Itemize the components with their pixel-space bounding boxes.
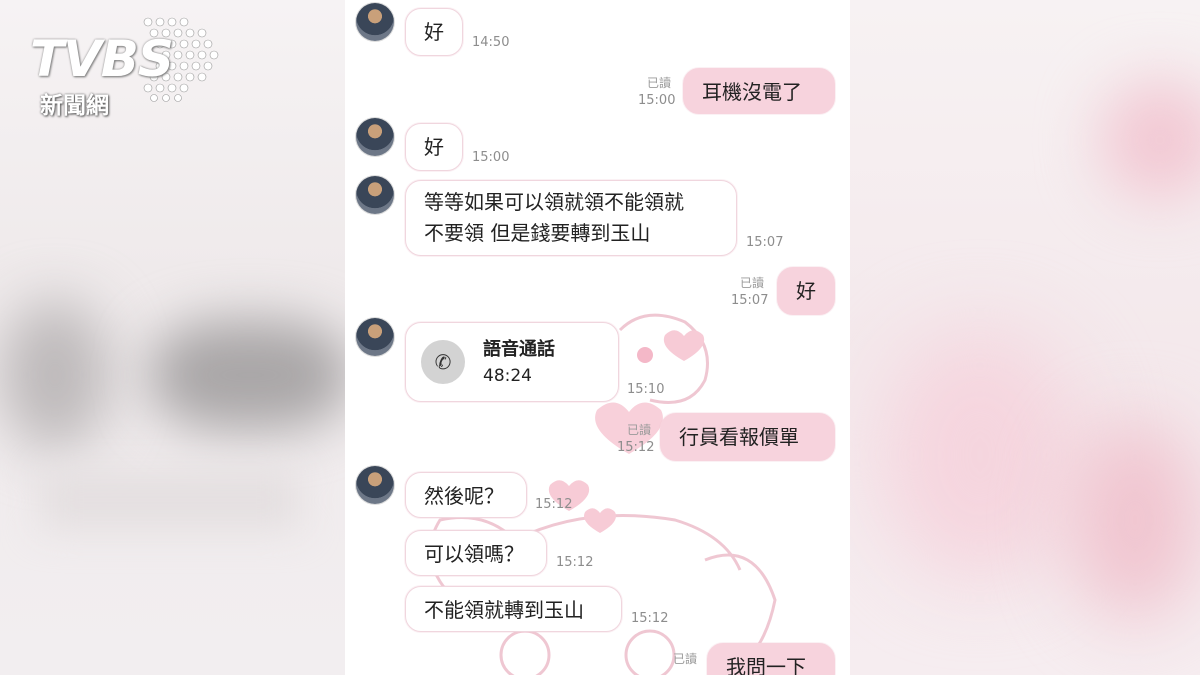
contact-avatar[interactable]	[356, 118, 394, 156]
tvbs-logo: TVBS 新聞網	[30, 16, 220, 119]
message-time: 15:00	[638, 93, 676, 108]
phone-icon: ✆	[421, 340, 465, 384]
contact-avatar[interactable]	[356, 466, 394, 504]
outgoing-message-bubble: 我問一下	[707, 643, 835, 675]
message-time: 15:12	[631, 611, 669, 626]
contact-avatar[interactable]	[356, 318, 394, 356]
message-time: 15:10	[627, 382, 665, 397]
message-time: 15:07	[746, 235, 784, 250]
incoming-message-bubble: 然後呢？	[405, 472, 527, 518]
incoming-message-bubble: 好	[405, 8, 463, 56]
contact-avatar[interactable]	[356, 3, 394, 41]
outgoing-message-bubble: 行員看報價單	[660, 413, 835, 461]
chat-panel[interactable]: 好 14:50 已讀 15:00 耳機沒電了 好 15:00 等等如果可以領就領…	[345, 0, 850, 675]
message-line: 不要領 但是錢要轉到玉山	[424, 221, 651, 245]
incoming-message-bubble: 等等如果可以領就領不能領就 不要領 但是錢要轉到玉山	[405, 180, 737, 256]
incoming-message-bubble: 好	[405, 123, 463, 171]
read-receipt: 已讀	[740, 276, 765, 290]
message-time: 15:12	[556, 555, 594, 570]
message-time: 15:07	[731, 293, 769, 308]
read-receipt: 已讀	[627, 423, 652, 437]
logo-brand: TVBS	[30, 30, 174, 88]
call-label: 語音通話	[483, 339, 555, 360]
message-line: 等等如果可以領就領不能領就	[424, 190, 684, 214]
message-time: 14:50	[472, 35, 510, 50]
call-duration: 48:24	[483, 366, 532, 386]
outgoing-message-bubble: 好	[777, 267, 835, 315]
voice-call-bubble[interactable]: ✆ 語音通話 48:24	[405, 322, 619, 402]
outgoing-message-bubble: 耳機沒電了	[683, 68, 835, 114]
incoming-message-bubble: 可以領嗎？	[405, 530, 547, 576]
message-time: 15:12	[617, 440, 655, 455]
message-time: 15:12	[535, 497, 573, 512]
logo-subtitle: 新聞網	[40, 93, 109, 119]
read-receipt: 已讀	[647, 76, 672, 90]
incoming-message-bubble: 不能領就轉到玉山	[405, 586, 622, 632]
message-time: 15:00	[472, 150, 510, 165]
contact-avatar[interactable]	[356, 176, 394, 214]
blurred-right-background	[850, 0, 1200, 675]
read-receipt: 已讀	[673, 652, 698, 666]
